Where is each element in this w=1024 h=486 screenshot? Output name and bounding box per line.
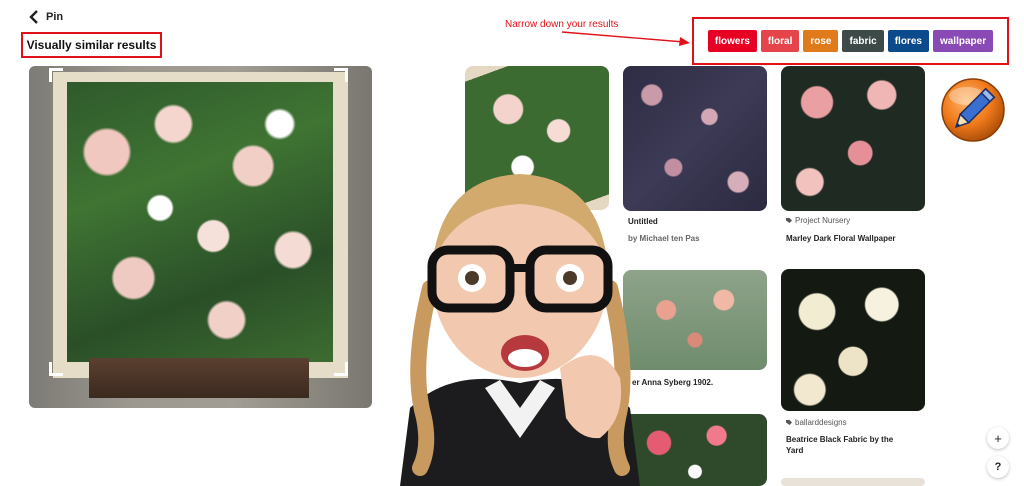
result-source-label: ballarddesigns — [795, 418, 847, 427]
crop-handle-bottom-right[interactable] — [334, 362, 348, 376]
result-source-label: Project Nursery — [795, 216, 851, 225]
help-icon: ? — [994, 461, 1002, 473]
filter-chips: flowers floral rose fabric flores wallpa… — [692, 17, 1009, 65]
result-title[interactable]: Marley Dark Floral Wallpaper — [786, 234, 896, 243]
back-label: Pin — [46, 11, 64, 23]
filter-chip-floral[interactable]: floral — [760, 30, 800, 52]
chevron-left-icon — [29, 10, 38, 24]
result-title-line2[interactable]: Yard — [786, 446, 803, 455]
plus-icon: + — [994, 430, 1002, 446]
surprised-person-image — [400, 174, 640, 486]
result-title-line1[interactable]: Beatrice Black Fabric by the — [786, 435, 893, 444]
result-source[interactable]: ballarddesigns — [786, 418, 847, 427]
filter-chip-rose[interactable]: rose — [803, 30, 839, 52]
page-title-highlight: Visually similar results — [21, 32, 162, 58]
page-title: Visually similar results — [26, 38, 157, 52]
crop-handle-bottom-left[interactable] — [49, 362, 63, 376]
result-pin-image[interactable] — [781, 478, 925, 486]
source-pin-image[interactable] — [29, 66, 372, 408]
pencil-icon — [941, 78, 1005, 142]
tag-icon — [786, 419, 792, 425]
filter-chip-wallpaper[interactable]: wallpaper — [932, 30, 994, 52]
help-button[interactable]: ? — [987, 456, 1009, 478]
easel-stand — [89, 358, 309, 398]
result-pin-image[interactable] — [781, 66, 925, 211]
filter-chip-fabric[interactable]: fabric — [842, 30, 884, 52]
floral-painting — [67, 82, 333, 362]
crop-handle-top-left[interactable] — [49, 68, 63, 82]
tag-icon — [786, 217, 792, 223]
canvas-frame — [53, 72, 348, 378]
filter-chip-flowers[interactable]: flowers — [707, 30, 757, 52]
back-button[interactable]: Pin — [28, 10, 63, 24]
result-source[interactable]: Project Nursery — [786, 216, 850, 225]
crop-handle-top-right[interactable] — [334, 68, 348, 82]
result-pin-image[interactable] — [781, 269, 925, 411]
zoom-in-button[interactable]: + — [987, 427, 1009, 449]
annotation-arrow-icon — [561, 31, 690, 46]
filter-chip-flores[interactable]: flores — [887, 30, 929, 52]
